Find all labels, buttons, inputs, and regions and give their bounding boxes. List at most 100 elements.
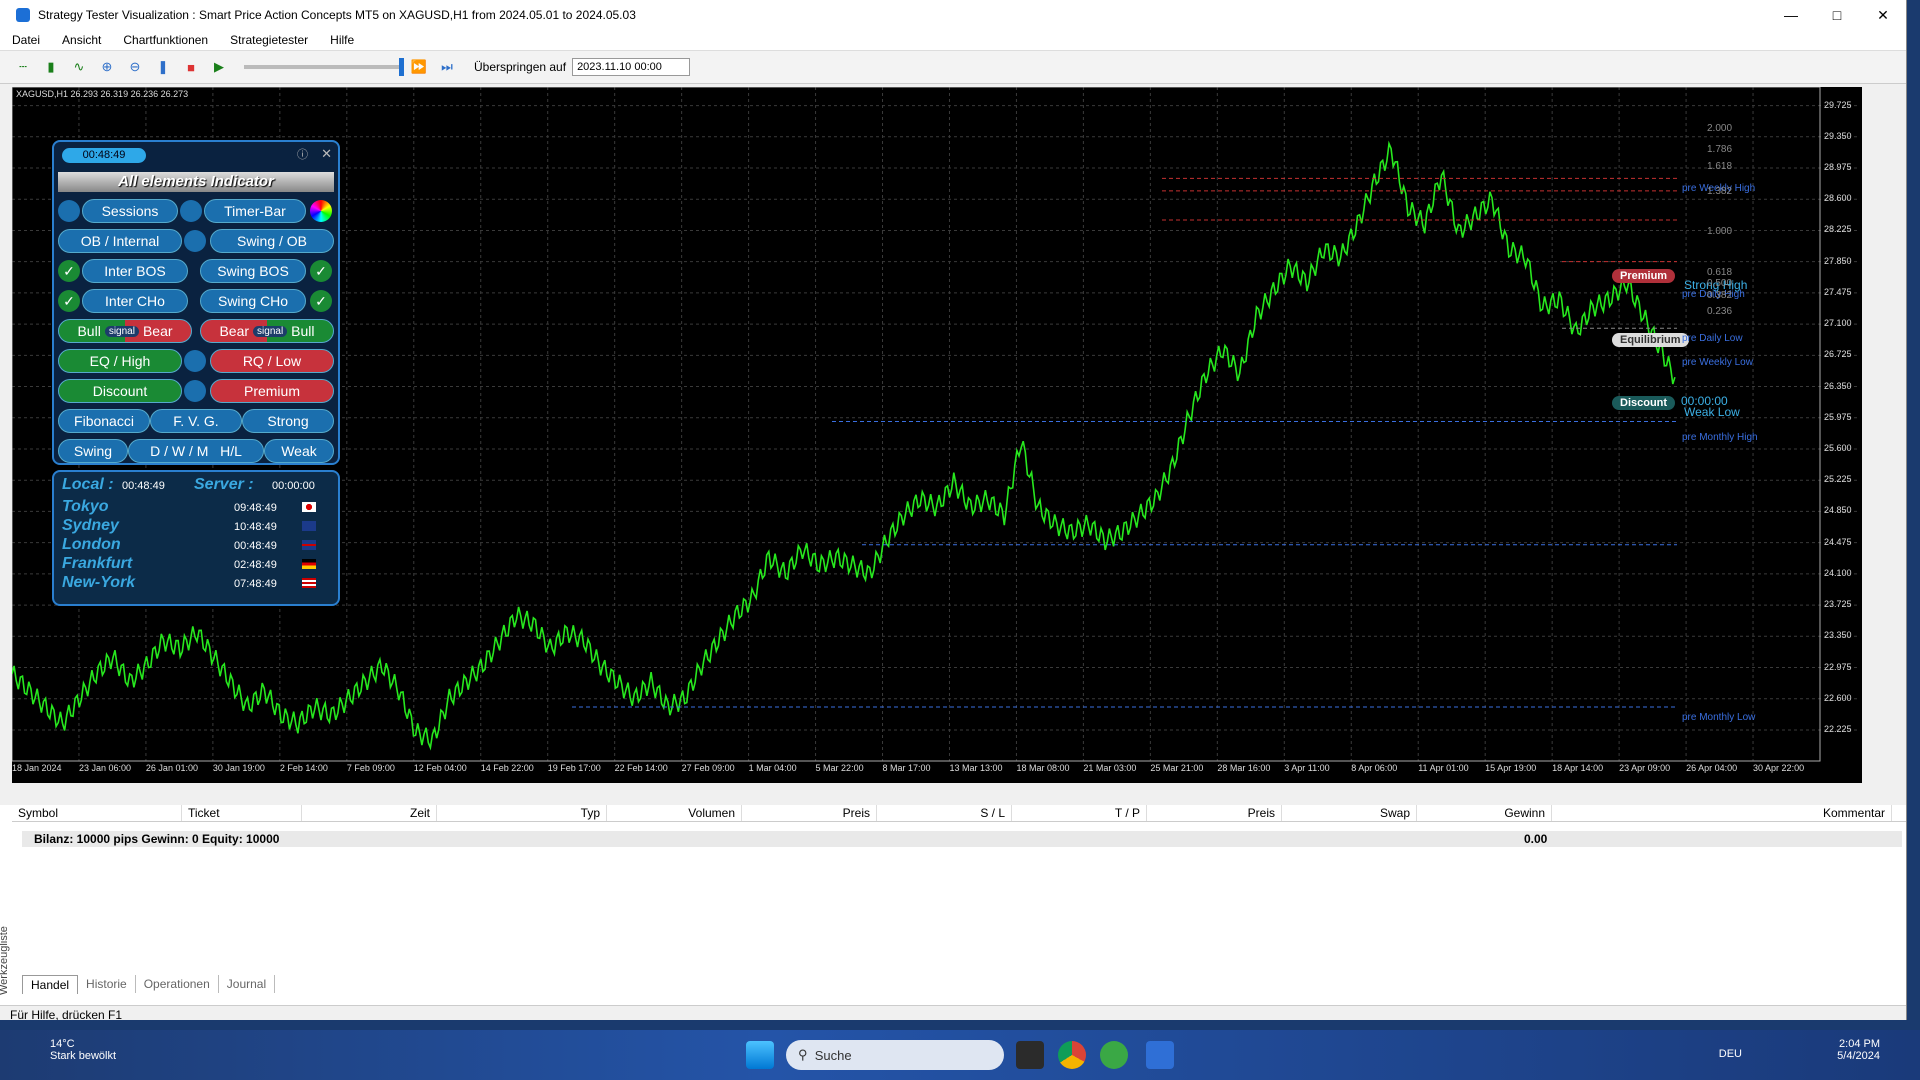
- price-tick: 29.725: [1824, 99, 1852, 110]
- fvg-button[interactable]: F. V. G.: [150, 409, 242, 433]
- dwm-hl-button[interactable]: D / W / M H/L: [128, 439, 264, 463]
- close-button[interactable]: ✕: [1860, 0, 1906, 30]
- discount-button[interactable]: Discount: [58, 379, 182, 403]
- price-tick: 23.350: [1824, 630, 1852, 641]
- minimize-button[interactable]: —: [1768, 0, 1814, 30]
- app-icon: [16, 8, 30, 22]
- time-tick: 15 Apr 19:00: [1485, 763, 1537, 773]
- menu-chartfunktionen[interactable]: Chartfunktionen: [123, 33, 208, 47]
- tab-operationen[interactable]: Operationen: [136, 975, 219, 993]
- col-ticket[interactable]: Ticket: [182, 805, 302, 821]
- zoom-out-icon[interactable]: ⊖: [124, 56, 146, 78]
- menu-datei[interactable]: Datei: [12, 33, 40, 47]
- col-swap[interactable]: Swap: [1282, 805, 1417, 821]
- time-tick: 11 Apr 01:00: [1418, 763, 1469, 773]
- col-kommentar[interactable]: Kommentar: [1552, 805, 1892, 821]
- balance-row[interactable]: Bilanz: 10000 pips Gewinn: 0 Equity: 100…: [22, 831, 1902, 847]
- col-tp[interactable]: T / P: [1012, 805, 1147, 821]
- fibonacci-button[interactable]: Fibonacci: [58, 409, 150, 433]
- zone-toggle[interactable]: [184, 380, 206, 402]
- stop-icon[interactable]: ■: [180, 56, 202, 78]
- col-volumen[interactable]: Volumen: [607, 805, 742, 821]
- weak-button[interactable]: Weak: [264, 439, 334, 463]
- zoom-in-icon[interactable]: ⊕: [96, 56, 118, 78]
- panel-close-icon[interactable]: ✕: [321, 146, 332, 162]
- timer-bar-button[interactable]: Timer-Bar: [204, 199, 306, 223]
- indicator-panel: 00:48:49 ⓘ ✕ All elements Indicator Sess…: [52, 140, 340, 465]
- menu-hilfe[interactable]: Hilfe: [330, 33, 354, 47]
- col-symbol[interactable]: Symbol: [12, 805, 182, 821]
- globe-icon[interactable]: [58, 200, 80, 222]
- local-label: Local :: [62, 476, 114, 493]
- menu-strategietester[interactable]: Strategietester: [230, 33, 308, 47]
- sessions-button[interactable]: Sessions: [82, 199, 178, 223]
- app-icon-green[interactable]: [1100, 1041, 1128, 1069]
- inter-cho-button[interactable]: Inter CHo: [82, 289, 188, 313]
- swing-bos-check-icon[interactable]: ✓: [310, 260, 332, 282]
- line-chart-icon[interactable]: ∿: [68, 56, 90, 78]
- ob-internal-button[interactable]: OB / Internal: [58, 229, 182, 253]
- chrome-icon[interactable]: [1058, 1041, 1086, 1069]
- tab-historie[interactable]: Historie: [78, 975, 136, 993]
- time-tick: 19 Feb 17:00: [547, 763, 601, 773]
- clock-time[interactable]: 2:04 PM: [1837, 1038, 1880, 1050]
- ob-toggle[interactable]: [184, 230, 206, 252]
- bell-icon[interactable]: [180, 200, 202, 222]
- toolbox-side-label: Werkzeugliste: [0, 926, 10, 995]
- info-icon[interactable]: ⓘ: [297, 146, 308, 162]
- price-tick: 29.350: [1824, 130, 1852, 141]
- inter-cho-check-icon[interactable]: ✓: [58, 290, 80, 312]
- pre-weekly-low-label: pre Weekly Low: [1682, 357, 1753, 368]
- candle-chart-icon[interactable]: ▮: [40, 56, 62, 78]
- time-tick: 22 Feb 14:00: [614, 763, 668, 773]
- swing-button[interactable]: Swing: [58, 439, 128, 463]
- metatrader-icon[interactable]: [1146, 1041, 1174, 1069]
- premium-button[interactable]: Premium: [210, 379, 334, 403]
- slider-knob[interactable]: [399, 58, 404, 76]
- city-new-york: New-York: [62, 574, 136, 591]
- tab-journal[interactable]: Journal: [219, 975, 276, 993]
- skip-end-icon[interactable]: ⏭: [436, 56, 458, 78]
- strong-button[interactable]: Strong: [242, 409, 334, 433]
- time-tick: 7 Feb 09:00: [346, 763, 395, 773]
- eq-toggle[interactable]: [184, 350, 206, 372]
- menu-ansicht[interactable]: Ansicht: [62, 33, 101, 47]
- price-tick: 26.350: [1824, 380, 1852, 391]
- pause-icon[interactable]: ❚: [152, 56, 174, 78]
- file-explorer-icon[interactable]: [1016, 1041, 1044, 1069]
- swing-cho-check-icon[interactable]: ✓: [310, 290, 332, 312]
- lang-indicator[interactable]: DEU: [1719, 1048, 1742, 1060]
- col-typ[interactable]: Typ: [437, 805, 607, 821]
- speed-slider[interactable]: [244, 58, 404, 76]
- maximize-button[interactable]: □: [1814, 0, 1860, 30]
- title-bar: Strategy Tester Visualization : Smart Pr…: [0, 0, 1906, 30]
- color-wheel-icon[interactable]: [310, 200, 332, 222]
- weather-widget[interactable]: 14°C Stark bewölkt: [18, 1038, 116, 1062]
- play-icon[interactable]: ▶: [208, 56, 230, 78]
- swing-ob-button[interactable]: Swing / OB: [210, 229, 334, 253]
- start-icon[interactable]: [746, 1041, 774, 1069]
- clock-date[interactable]: 5/4/2024: [1837, 1050, 1880, 1062]
- inter-bos-check-icon[interactable]: ✓: [58, 260, 80, 282]
- tab-handel[interactable]: Handel: [22, 975, 79, 994]
- rq-low-button[interactable]: RQ / Low: [210, 349, 334, 373]
- bull-bear-signal-button[interactable]: Bull signal Bear: [58, 319, 192, 343]
- bar-chart-icon[interactable]: ┄: [12, 56, 34, 78]
- eq-high-button[interactable]: EQ / High: [58, 349, 182, 373]
- swing-cho-button[interactable]: Swing CHo: [200, 289, 306, 313]
- skip-date-input[interactable]: 2023.11.10 00:00: [572, 58, 691, 76]
- time-tick: 28 Mar 16:00: [1217, 763, 1271, 773]
- swing-bos-button[interactable]: Swing BOS: [200, 259, 306, 283]
- col-sl[interactable]: S / L: [877, 805, 1012, 821]
- taskbar-search[interactable]: ⚲ Suche: [786, 1040, 1004, 1070]
- col-preis-2[interactable]: Preis: [1147, 805, 1282, 821]
- col-preis[interactable]: Preis: [742, 805, 877, 821]
- col-zeit[interactable]: Zeit: [302, 805, 437, 821]
- step-icon[interactable]: ⏩: [408, 56, 430, 78]
- trade-table-header: Symbol Ticket Zeit Typ Volumen Preis S /…: [12, 805, 1906, 822]
- col-gewinn[interactable]: Gewinn: [1417, 805, 1552, 821]
- inter-bos-button[interactable]: Inter BOS: [82, 259, 188, 283]
- japan-flag-icon: [302, 502, 316, 512]
- bear-bull-signal-button[interactable]: Bear signal Bull: [200, 319, 334, 343]
- pre-monthly-low-label: pre Monthly Low: [1682, 712, 1756, 723]
